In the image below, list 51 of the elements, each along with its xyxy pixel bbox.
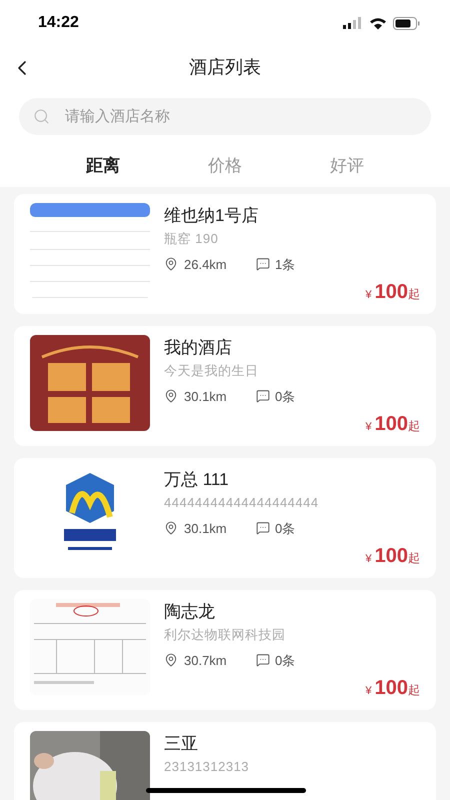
location-pin-icon — [164, 389, 178, 404]
hotel-card[interactable]: 陶志龙 利尔达物联网科技园 30.7km 0条 ¥100起 — [14, 590, 436, 710]
battery-icon — [393, 16, 420, 30]
hotel-card[interactable]: 维也纳1号店 瓶窑 190 26.4km 1条 ¥100起 — [14, 194, 436, 314]
price-text: 100 — [374, 282, 408, 302]
review-count: 0条 — [275, 652, 296, 670]
sort-tab[interactable]: 距离 — [84, 153, 122, 178]
comment-icon — [256, 521, 270, 536]
comment-icon — [256, 257, 270, 272]
hotel-address: 44444444444444444444 — [164, 494, 319, 512]
search-field[interactable]: 请输入酒店名称 — [19, 98, 431, 135]
hotel-card[interactable]: 三亚 23131312313 — [14, 722, 436, 800]
hotel-name: 维也纳1号店 — [164, 204, 258, 226]
review-count: 1条 — [275, 256, 296, 274]
price-suffix: 起 — [408, 420, 420, 432]
distance-text: 30.1km — [184, 520, 228, 538]
hotel-address: 23131312313 — [164, 758, 250, 776]
hotel-name: 三亚 — [164, 732, 198, 754]
signal-icon — [343, 17, 363, 29]
price-text: 100 — [374, 546, 408, 566]
location-pin-icon — [164, 653, 178, 668]
hotel-card[interactable]: 我的酒店 今天是我的生日 30.1km 0条 ¥100起 — [14, 326, 436, 446]
status-time: 14:22 — [38, 13, 79, 33]
currency-symbol: ¥ — [366, 554, 372, 564]
price-suffix: 起 — [408, 552, 420, 564]
hotel-name: 陶志龙 — [164, 600, 215, 622]
price-text: 100 — [374, 678, 408, 698]
review-count: 0条 — [275, 388, 296, 406]
distance-text: 30.7km — [184, 652, 228, 670]
price-text: 100 — [374, 414, 408, 434]
location-pin-icon — [164, 521, 178, 536]
hotel-address: 利尔达物联网科技园 — [164, 626, 286, 644]
wifi-icon — [369, 16, 387, 30]
distance-text: 30.1km — [184, 388, 228, 406]
price-suffix: 起 — [408, 288, 420, 300]
price-suffix: 起 — [408, 684, 420, 696]
search-icon — [33, 108, 50, 125]
comment-icon — [256, 653, 270, 668]
currency-symbol: ¥ — [366, 422, 372, 432]
location-pin-icon — [164, 257, 178, 272]
review-count: 0条 — [275, 520, 296, 538]
currency-symbol: ¥ — [366, 290, 372, 300]
hotel-name: 万总 111 — [164, 468, 229, 490]
distance-text: 26.4km — [184, 256, 228, 274]
page-title: 酒店列表 — [189, 56, 261, 78]
hotel-address: 瓶窑 190 — [164, 230, 218, 248]
currency-symbol: ¥ — [366, 686, 372, 696]
hotel-name: 我的酒店 — [164, 336, 232, 358]
hotel-card[interactable]: 万总 111 44444444444444444444 30.1km 0条 ¥100起 — [14, 458, 436, 578]
hotel-address: 今天是我的生日 — [164, 362, 258, 380]
comment-icon — [256, 389, 270, 404]
